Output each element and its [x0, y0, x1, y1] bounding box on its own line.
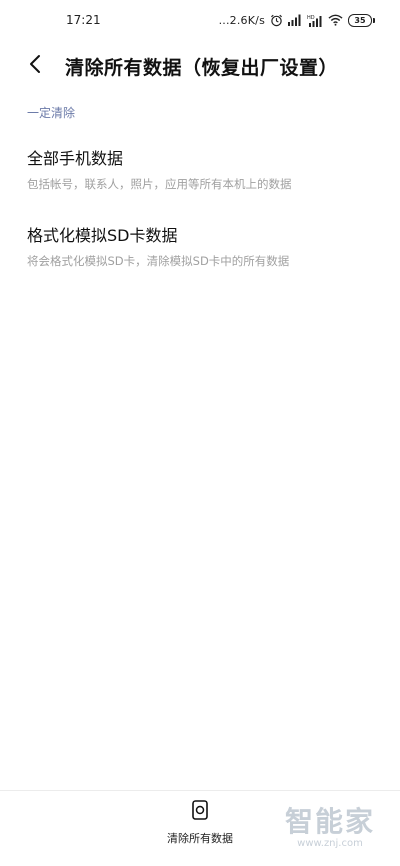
list-item-all-phone-data[interactable]: 全部手机数据 包括帐号，联系人，照片，应用等所有本机上的数据 — [0, 148, 400, 192]
watermark-url: www.znj.com — [297, 838, 363, 849]
watermark: 智能家 www.znj.com — [274, 806, 386, 856]
chevron-left-icon — [28, 54, 42, 78]
header: 清除所有数据（恢复出厂设置） — [0, 44, 400, 88]
watermark-text: 智能家 — [284, 805, 375, 838]
back-button[interactable] — [17, 48, 53, 84]
clear-all-data-label: 清除所有数据 — [167, 832, 233, 845]
list-item-desc: 包括帐号，联系人，照片，应用等所有本机上的数据 — [27, 177, 292, 191]
svg-text:HD: HD — [307, 15, 315, 21]
section-label: 一定清除 — [27, 106, 76, 120]
list-item-title: 格式化模拟SD卡数据 — [27, 226, 178, 245]
list-item-format-sd[interactable]: 格式化模拟SD卡数据 将会格式化模拟SD卡，清除模拟SD卡中的所有数据 — [0, 225, 400, 269]
phone-clear-icon — [192, 800, 208, 824]
page-title: 清除所有数据（恢复出厂设置） — [65, 56, 339, 79]
status-icons: ...2.6K/s HD 35 — [218, 13, 375, 27]
alarm-icon — [270, 14, 283, 27]
list-item-title: 全部手机数据 — [27, 149, 124, 168]
screen: 17:21 ...2.6K/s HD 35 清除所有数据（恢复出厂设置） 一定清… — [0, 0, 400, 866]
bottom-divider — [0, 790, 400, 791]
list-item-desc: 将会格式化模拟SD卡，清除模拟SD卡中的所有数据 — [27, 254, 290, 268]
status-time: 17:21 — [66, 13, 101, 27]
signal-icon — [288, 14, 302, 26]
net-speed: ...2.6K/s — [218, 13, 265, 27]
battery-icon: 35 — [348, 13, 375, 27]
clear-all-data-button[interactable]: 清除所有数据 — [150, 800, 250, 856]
hd-signal-icon: HD — [307, 14, 323, 27]
wifi-icon — [328, 14, 343, 26]
status-bar: 17:21 ...2.6K/s HD 35 — [0, 0, 400, 40]
